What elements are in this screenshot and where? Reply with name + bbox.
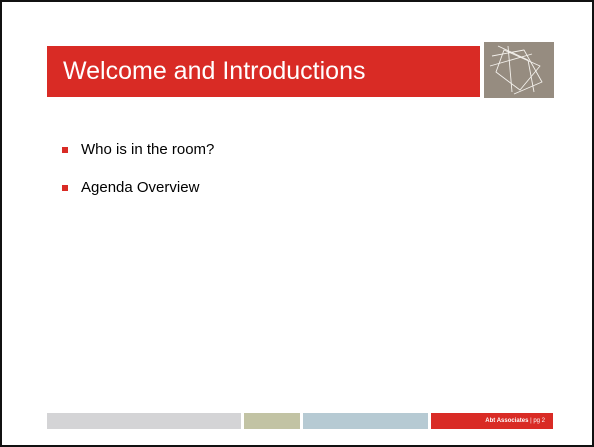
bullet-item: Agenda Overview bbox=[62, 178, 214, 198]
footer-label: Abt Associates | pg 2 bbox=[431, 413, 553, 429]
footer-bar-olive bbox=[244, 413, 300, 429]
footer-organization: Abt Associates bbox=[485, 418, 529, 424]
slide-title: Welcome and Introductions bbox=[63, 57, 366, 85]
footer-bar-gray bbox=[47, 413, 241, 429]
logo-icon bbox=[484, 42, 554, 98]
title-bar: Welcome and Introductions bbox=[47, 46, 480, 97]
bullet-text: Agenda Overview bbox=[81, 179, 200, 196]
page-number: pg 2 bbox=[533, 418, 545, 424]
bullet-text: Who is in the room? bbox=[81, 141, 215, 158]
abstract-star-logo-icon bbox=[489, 45, 543, 95]
footer-bar-blue bbox=[303, 413, 428, 429]
square-bullet-icon bbox=[62, 147, 68, 153]
bullet-list: Who is in the room? Agenda Overview bbox=[62, 140, 214, 216]
slide: Welcome and Introductions Who is in the … bbox=[0, 0, 594, 447]
bullet-item: Who is in the room? bbox=[62, 140, 214, 160]
square-bullet-icon bbox=[62, 185, 68, 191]
